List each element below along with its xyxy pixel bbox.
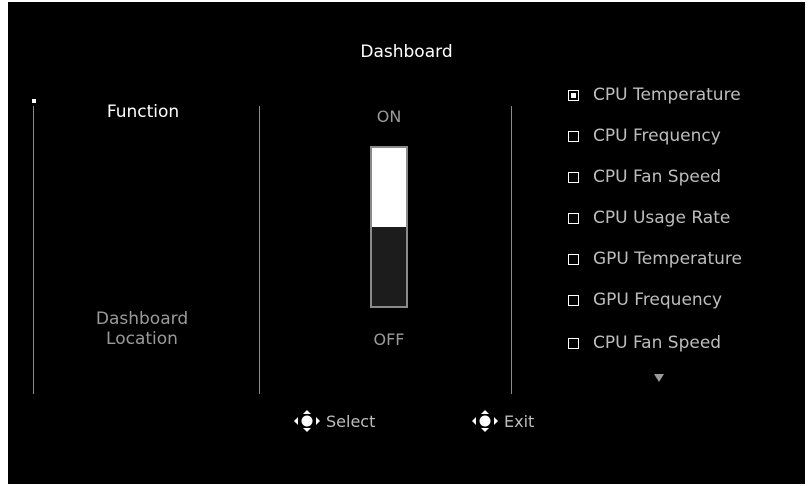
page-title: Dashboard — [360, 42, 453, 62]
menu-item-dashboard-location[interactable]: Dashboard Location — [78, 309, 206, 349]
option-gpu-frequency[interactable]: GPU Frequency — [568, 289, 798, 311]
checkbox-icon — [568, 212, 579, 224]
hint-exit-label: Exit — [504, 411, 535, 431]
menu-item-label: Function — [106, 102, 180, 122]
middle-divider-left — [259, 106, 260, 394]
option-cpu-usage-rate[interactable]: CPU Usage Rate — [568, 207, 798, 229]
checkbox-icon — [568, 171, 579, 183]
joystick-icon — [294, 410, 320, 432]
checkbox-icon — [568, 337, 579, 349]
checkbox-icon — [568, 294, 579, 306]
scroll-indicator — [32, 99, 36, 103]
option-label: CPU Usage Rate — [593, 208, 731, 228]
toggle-on-label: ON — [376, 107, 402, 126]
on-off-slider[interactable] — [370, 146, 408, 308]
option-label: CPU Temperature — [593, 85, 741, 105]
slider-fill — [372, 148, 406, 227]
options-list: CPU Temperature CPU Frequency CPU Fan Sp… — [568, 84, 798, 354]
checkbox-icon — [568, 253, 579, 265]
osd-panel: Dashboard Function Dashboard Location ON… — [8, 2, 805, 484]
checkbox-icon — [568, 130, 579, 142]
option-label: CPU Fan Speed — [593, 333, 722, 353]
hint-select: Select — [292, 410, 375, 432]
menu-item-function[interactable]: Function — [68, 102, 218, 122]
scroll-down-arrow-icon[interactable] — [654, 374, 664, 382]
left-divider — [33, 106, 34, 394]
option-gpu-temperature[interactable]: GPU Temperature — [568, 248, 798, 270]
option-label: CPU Frequency — [593, 126, 721, 146]
checkbox-icon — [568, 89, 579, 101]
option-label: GPU Temperature — [593, 249, 742, 269]
hint-exit: Exit — [470, 410, 534, 432]
option-cpu-fan-speed-2[interactable]: CPU Fan Speed — [568, 332, 798, 354]
option-cpu-temperature[interactable]: CPU Temperature — [568, 84, 798, 106]
joystick-icon — [472, 410, 498, 432]
middle-divider-right — [511, 106, 512, 394]
option-cpu-fan-speed[interactable]: CPU Fan Speed — [568, 166, 798, 188]
menu-item-label: Dashboard Location — [95, 309, 189, 349]
toggle-off-label: OFF — [373, 330, 405, 349]
option-label: CPU Fan Speed — [593, 167, 722, 187]
option-label: GPU Frequency — [593, 290, 723, 310]
hint-select-label: Select — [326, 411, 376, 431]
option-cpu-frequency[interactable]: CPU Frequency — [568, 125, 798, 147]
